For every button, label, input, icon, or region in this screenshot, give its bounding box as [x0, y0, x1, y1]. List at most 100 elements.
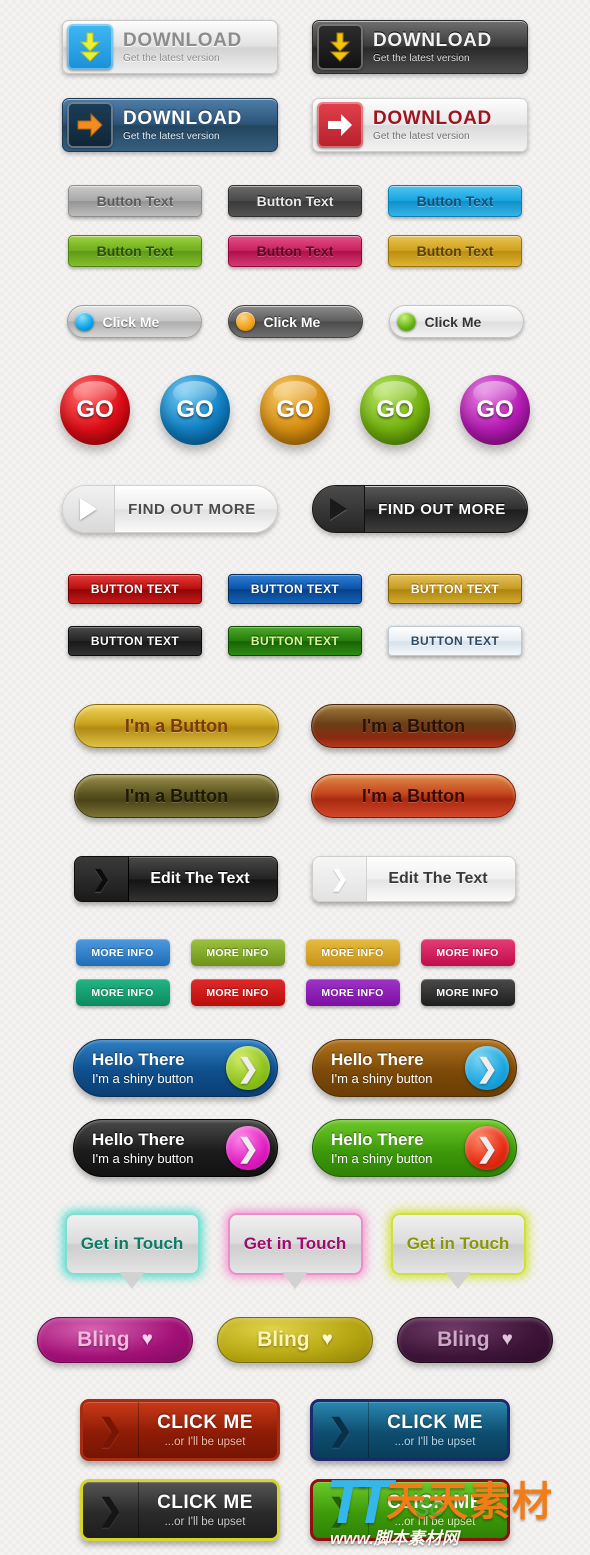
edit-the-text-row: ❯ Edit The Text ❯ Edit The Text [0, 856, 590, 902]
more-info-button-gold[interactable]: MORE INFO [305, 939, 400, 966]
speech-bubble-tail [445, 1272, 471, 1289]
click-me-big-subtitle: ...or I'll be upset [164, 1516, 246, 1528]
bling-button-gold[interactable]: Bling ♥ [217, 1317, 373, 1363]
bling-button-magenta[interactable]: Bling ♥ [37, 1317, 193, 1363]
click-me-button-blue[interactable]: Click Me [66, 305, 202, 338]
button-text-caps-black[interactable]: BUTTON TEXT [68, 626, 202, 656]
click-me-big-button-black[interactable]: ❯ CLICK ME ...or I'll be upset [80, 1479, 280, 1541]
download-button-red[interactable]: DOWNLOAD Get the latest version [312, 98, 528, 152]
get-in-touch-button-teal[interactable]: Get in Touch [64, 1213, 200, 1289]
go-button-blue[interactable]: GO [160, 375, 230, 445]
button-text-caps-silver[interactable]: BUTTON TEXT [388, 626, 522, 656]
right-arrow-icon [67, 102, 113, 148]
button-text-caps-green[interactable]: BUTTON TEXT [228, 626, 362, 656]
chevron-right-icon: ❯ [465, 1126, 509, 1170]
button-text-row-2: Button Text Button Text Button Text [0, 235, 590, 267]
click-me-button-green[interactable]: Click Me [388, 305, 524, 338]
hello-there-title: Hello There [331, 1049, 424, 1069]
more-info-button-black[interactable]: MORE INFO [420, 979, 515, 1006]
click-me-button-orange[interactable]: Click Me [227, 305, 363, 338]
chevron-right-icon: ❯ [313, 857, 367, 901]
download-title: DOWNLOAD [373, 29, 492, 51]
more-info-row-1: MORE INFO MORE INFO MORE INFO MORE INFO [0, 939, 590, 966]
play-triangle-icon [313, 486, 365, 532]
edit-the-text-button-dark[interactable]: ❯ Edit The Text [74, 856, 278, 902]
get-in-touch-label: Get in Touch [80, 1234, 184, 1253]
go-button-green[interactable]: GO [360, 375, 430, 445]
heart-icon: ♥ [501, 1329, 513, 1350]
download-button-light[interactable]: DOWNLOAD Get the latest version [62, 20, 278, 74]
button-text-green[interactable]: Button Text [68, 235, 202, 267]
edit-the-text-button-light[interactable]: ❯ Edit The Text [312, 856, 516, 902]
button-text-pink[interactable]: Button Text [228, 235, 362, 267]
click-me-label: Click Me [424, 313, 482, 330]
click-me-big-title: CLICK ME [387, 1412, 483, 1433]
click-me-big-button-red[interactable]: ❯ CLICK ME ...or I'll be upset [80, 1399, 280, 1461]
more-info-button-pink[interactable]: MORE INFO [420, 939, 515, 966]
button-text-gold[interactable]: Button Text [388, 235, 522, 267]
download-row-1: DOWNLOAD Get the latest version DOWNLOAD… [0, 20, 590, 74]
get-in-touch-label: Get in Touch [406, 1234, 510, 1253]
chevron-right-icon: ❯ [83, 1482, 139, 1538]
button-showcase-canvas: DOWNLOAD Get the latest version DOWNLOAD… [0, 0, 590, 1555]
click-me-label: Click Me [102, 313, 160, 330]
bling-button-plum[interactable]: Bling ♥ [397, 1317, 553, 1363]
download-title: DOWNLOAD [123, 107, 242, 129]
get-in-touch-button-lime[interactable]: Get in Touch [390, 1213, 526, 1289]
im-a-button-gold[interactable]: I'm a Button [74, 704, 279, 748]
hello-there-row-1: Hello There I'm a shiny button ❯ Hello T… [0, 1039, 590, 1097]
button-text-caps-gold[interactable]: BUTTON TEXT [388, 574, 522, 604]
chevron-right-icon: ❯ [83, 1402, 139, 1458]
button-text-grey[interactable]: Button Text [68, 185, 202, 217]
click-me-big-button-green[interactable]: ❯ CLICK ME ...or I'll be upset [310, 1479, 510, 1541]
im-a-button-orange[interactable]: I'm a Button [311, 774, 516, 818]
click-me-big-subtitle: ...or I'll be upset [394, 1436, 476, 1448]
go-buttons-row: GO GO GO GO GO [0, 375, 590, 445]
button-text-dark[interactable]: Button Text [228, 185, 362, 217]
click-me-big-row-1: ❯ CLICK ME ...or I'll be upset ❯ CLICK M… [0, 1399, 590, 1461]
click-me-label: Click Me [263, 313, 321, 330]
click-me-big-subtitle: ...or I'll be upset [164, 1436, 246, 1448]
more-info-row-2: MORE INFO MORE INFO MORE INFO MORE INFO [0, 979, 590, 1006]
button-text-row-1: Button Text Button Text Button Text [0, 185, 590, 217]
im-a-button-brown[interactable]: I'm a Button [311, 704, 516, 748]
more-info-button-teal[interactable]: MORE INFO [75, 979, 170, 1006]
click-me-big-button-blue[interactable]: ❯ CLICK ME ...or I'll be upset [310, 1399, 510, 1461]
chevron-right-icon: ❯ [226, 1126, 270, 1170]
download-button-blue[interactable]: DOWNLOAD Get the latest version [62, 98, 278, 152]
button-text-caps-row-2: BUTTON TEXT BUTTON TEXT BUTTON TEXT [0, 626, 590, 656]
hello-there-button-brown[interactable]: Hello There I'm a shiny button ❯ [312, 1039, 517, 1097]
hello-there-button-black[interactable]: Hello There I'm a shiny button ❯ [73, 1119, 278, 1177]
go-button-purple[interactable]: GO [460, 375, 530, 445]
bling-row: Bling ♥ Bling ♥ Bling ♥ [0, 1317, 590, 1363]
button-text-caps-red[interactable]: BUTTON TEXT [68, 574, 202, 604]
more-info-button-olive[interactable]: MORE INFO [190, 939, 285, 966]
status-dot-icon [235, 312, 255, 331]
im-a-button-olive[interactable]: I'm a Button [74, 774, 279, 818]
get-in-touch-button-pink[interactable]: Get in Touch [227, 1213, 363, 1289]
find-out-more-button-light[interactable]: FIND OUT MORE [62, 485, 278, 533]
bling-label: Bling [77, 1328, 130, 1351]
go-button-orange[interactable]: GO [260, 375, 330, 445]
more-info-button-blue[interactable]: MORE INFO [75, 939, 170, 966]
find-out-more-button-dark[interactable]: FIND OUT MORE [312, 485, 528, 533]
download-subtitle: Get the latest version [373, 130, 470, 142]
button-text-blue[interactable]: Button Text [388, 185, 522, 217]
download-button-dark[interactable]: DOWNLOAD Get the latest version [312, 20, 528, 74]
download-subtitle: Get the latest version [123, 130, 220, 142]
go-button-red[interactable]: GO [60, 375, 130, 445]
hello-there-title: Hello There [92, 1129, 185, 1149]
click-me-big-title: CLICK ME [387, 1492, 483, 1513]
im-a-button-row-2: I'm a Button I'm a Button [0, 774, 590, 818]
bling-label: Bling [437, 1328, 490, 1351]
button-text-caps-blue[interactable]: BUTTON TEXT [228, 574, 362, 604]
download-title: DOWNLOAD [373, 107, 492, 129]
hello-there-button-blue[interactable]: Hello There I'm a shiny button ❯ [73, 1039, 278, 1097]
hello-there-subtitle: I'm a shiny button [331, 1150, 433, 1166]
edit-the-text-label: Edit The Text [388, 870, 488, 887]
find-out-more-label: FIND OUT MORE [128, 500, 256, 518]
more-info-button-red[interactable]: MORE INFO [190, 979, 285, 1006]
hello-there-button-green[interactable]: Hello There I'm a shiny button ❯ [312, 1119, 517, 1177]
more-info-button-purple[interactable]: MORE INFO [305, 979, 400, 1006]
click-me-big-title: CLICK ME [157, 1412, 253, 1433]
